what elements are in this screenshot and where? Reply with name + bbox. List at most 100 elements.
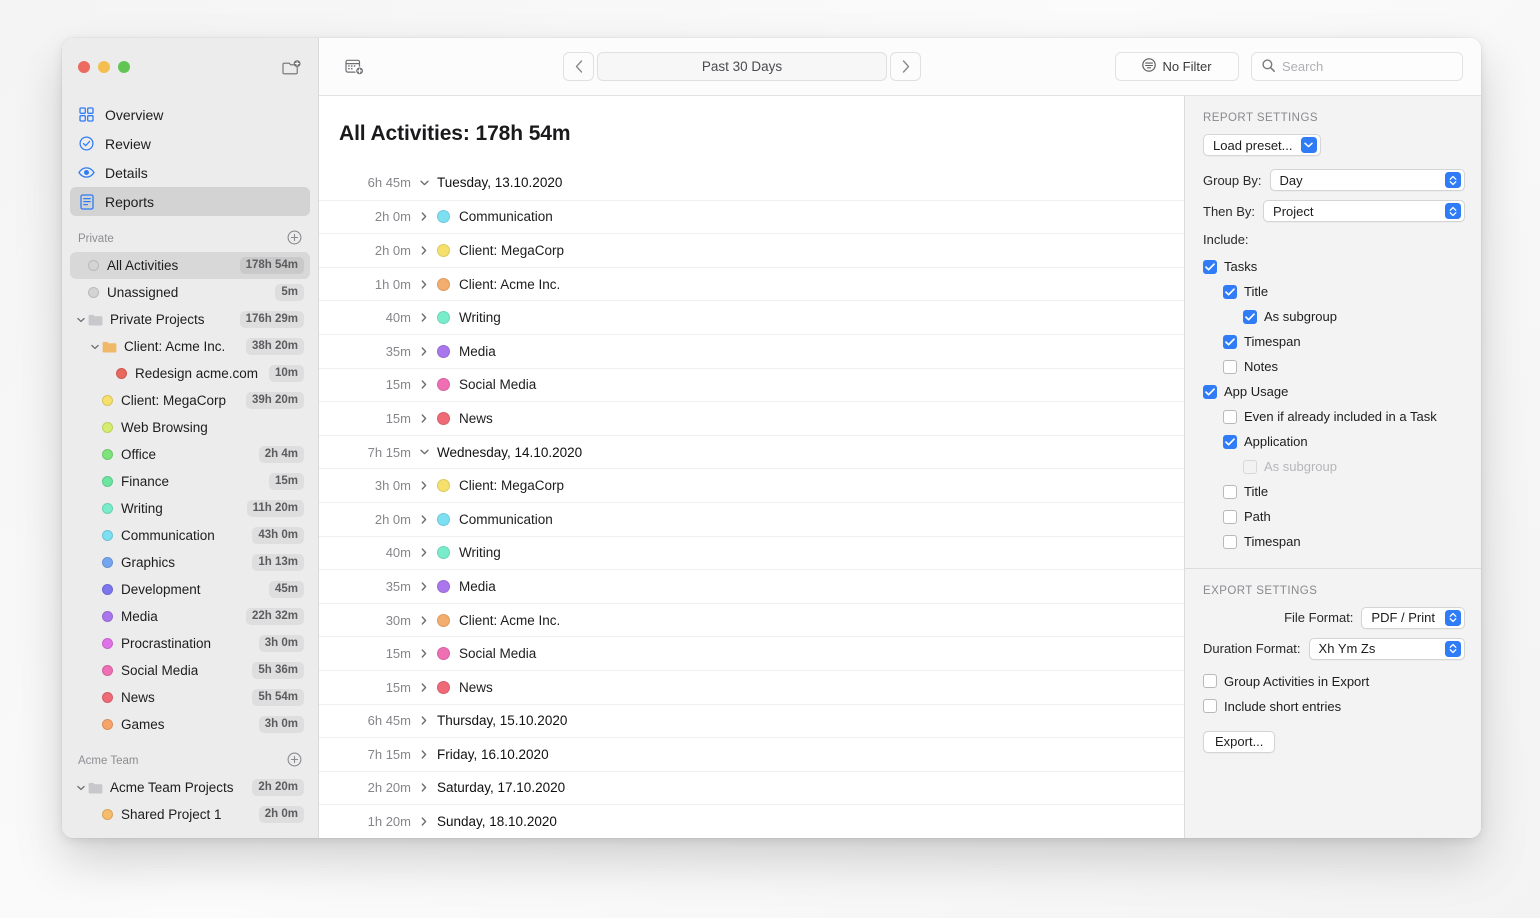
checkbox[interactable] xyxy=(1223,335,1237,349)
sidebar-project-row[interactable]: Media22h 32m xyxy=(70,603,310,630)
activity-group-row[interactable]: 7h 15mWednesday, 14.10.2020 xyxy=(319,435,1184,469)
export-option-row[interactable]: Include short entries xyxy=(1203,694,1465,719)
checkbox[interactable] xyxy=(1223,535,1237,549)
activity-row[interactable]: 15mSocial Media xyxy=(319,368,1184,402)
plus-circle-icon[interactable] xyxy=(287,752,302,770)
maximize-button[interactable] xyxy=(118,61,130,73)
sidebar-project-row[interactable]: Client: MegaCorp39h 20m xyxy=(70,387,310,414)
activity-group-row[interactable]: 2h 20mSaturday, 17.10.2020 xyxy=(319,771,1184,805)
chevron-down-icon[interactable] xyxy=(74,317,88,323)
sidebar-project-row[interactable]: Procrastination3h 0m xyxy=(70,630,310,657)
activity-row[interactable]: 40mWriting xyxy=(319,300,1184,334)
activity-row[interactable]: 2h 0mClient: MegaCorp xyxy=(319,233,1184,267)
file-format-select[interactable]: PDF / Print xyxy=(1361,607,1465,629)
activity-row[interactable]: 15mNews xyxy=(319,401,1184,435)
sidebar-project-row[interactable]: Acme Team Projects2h 20m xyxy=(70,774,310,801)
next-period-button[interactable] xyxy=(890,52,921,81)
checkbox[interactable] xyxy=(1243,310,1257,324)
sidebar-project-row[interactable]: Private Projects176h 29m xyxy=(70,306,310,333)
sidebar-project-row[interactable]: Social Media5h 36m xyxy=(70,657,310,684)
activity-group-row[interactable]: 6h 45mThursday, 15.10.2020 xyxy=(319,704,1184,738)
activity-group-row[interactable]: 6h 45mTuesday, 13.10.2020 xyxy=(319,166,1184,200)
checkbox[interactable] xyxy=(1223,285,1237,299)
include-option-row[interactable]: Notes xyxy=(1223,354,1465,379)
date-range-label[interactable]: Past 30 Days xyxy=(597,52,887,81)
filter-button[interactable]: No Filter xyxy=(1115,52,1239,81)
chevron-right-icon[interactable] xyxy=(411,716,437,725)
sidebar-item-details[interactable]: Details xyxy=(70,158,310,187)
include-option-row[interactable]: Timespan xyxy=(1223,529,1465,554)
chevron-down-icon[interactable] xyxy=(411,180,437,186)
search-input[interactable]: Search xyxy=(1251,52,1463,81)
sidebar-project-row[interactable]: All Activities178h 54m xyxy=(70,252,310,279)
checkbox[interactable] xyxy=(1223,435,1237,449)
checkbox[interactable] xyxy=(1203,674,1217,688)
chevron-right-icon[interactable] xyxy=(411,750,437,759)
chevron-down-icon[interactable] xyxy=(411,449,437,455)
chevron-down-icon[interactable] xyxy=(74,785,88,791)
include-option-row[interactable]: Even if already included in a Task xyxy=(1223,404,1465,429)
activity-group-row[interactable]: 1h 20mSunday, 18.10.2020 xyxy=(319,804,1184,838)
activity-row[interactable]: 30mClient: Acme Inc. xyxy=(319,603,1184,637)
include-option-row[interactable]: Title xyxy=(1223,279,1465,304)
chevron-right-icon[interactable] xyxy=(411,582,437,591)
activity-row[interactable]: 35mMedia xyxy=(319,334,1184,368)
include-option-row[interactable]: As subgroup xyxy=(1243,304,1465,329)
calendar-plus-icon[interactable] xyxy=(339,54,369,80)
include-option-row[interactable]: Title xyxy=(1223,479,1465,504)
chevron-down-icon[interactable] xyxy=(88,344,102,350)
checkbox[interactable] xyxy=(1223,485,1237,499)
sidebar-item-reports[interactable]: Reports xyxy=(70,187,310,216)
then-by-select[interactable]: Project xyxy=(1263,200,1465,222)
chevron-right-icon[interactable] xyxy=(411,414,437,423)
activity-group-row[interactable]: 7h 15mFriday, 16.10.2020 xyxy=(319,737,1184,771)
activity-row[interactable]: 40mWriting xyxy=(319,536,1184,570)
sidebar-project-row[interactable]: Client: Acme Inc.38h 20m xyxy=(70,333,310,360)
checkbox[interactable] xyxy=(1223,410,1237,424)
chevron-right-icon[interactable] xyxy=(411,683,437,692)
activity-row[interactable]: 2h 0mCommunication xyxy=(319,200,1184,234)
chevron-right-icon[interactable] xyxy=(411,347,437,356)
activity-row[interactable]: 15mNews xyxy=(319,670,1184,704)
sidebar-item-overview[interactable]: Overview xyxy=(70,100,310,129)
export-option-row[interactable]: Group Activities in Export xyxy=(1203,669,1465,694)
load-preset-button[interactable]: Load preset... xyxy=(1203,134,1321,156)
include-option-row[interactable]: App Usage xyxy=(1203,379,1465,404)
sidebar-project-row[interactable]: Games3h 0m xyxy=(70,711,310,738)
chevron-right-icon[interactable] xyxy=(411,481,437,490)
minimize-button[interactable] xyxy=(98,61,110,73)
checkbox[interactable] xyxy=(1203,699,1217,713)
checkbox[interactable] xyxy=(1223,510,1237,524)
chevron-right-icon[interactable] xyxy=(411,212,437,221)
chevron-right-icon[interactable] xyxy=(411,616,437,625)
duration-format-select[interactable]: Xh Ym Zs xyxy=(1309,638,1465,660)
chevron-right-icon[interactable] xyxy=(411,246,437,255)
chevron-right-icon[interactable] xyxy=(411,548,437,557)
checkbox[interactable] xyxy=(1203,260,1217,274)
group-by-select[interactable]: Day xyxy=(1270,169,1465,191)
previous-period-button[interactable] xyxy=(563,52,594,81)
sidebar-project-row[interactable]: Shared Project 12h 0m xyxy=(70,801,310,828)
activity-row[interactable]: 3h 0mClient: MegaCorp xyxy=(319,468,1184,502)
chevron-right-icon[interactable] xyxy=(411,783,437,792)
sidebar-project-row[interactable]: Writing11h 20m xyxy=(70,495,310,522)
sidebar-project-row[interactable]: Graphics1h 13m xyxy=(70,549,310,576)
close-button[interactable] xyxy=(78,61,90,73)
plus-circle-icon[interactable] xyxy=(287,230,302,248)
include-option-row[interactable]: Tasks xyxy=(1203,254,1465,279)
chevron-right-icon[interactable] xyxy=(411,313,437,322)
chevron-right-icon[interactable] xyxy=(411,649,437,658)
checkbox[interactable] xyxy=(1223,360,1237,374)
sidebar-project-row[interactable]: Web Browsing xyxy=(70,414,310,441)
sidebar-project-row[interactable]: News5h 54m xyxy=(70,684,310,711)
new-folder-icon[interactable] xyxy=(278,55,304,79)
chevron-right-icon[interactable] xyxy=(411,280,437,289)
sidebar-project-row[interactable]: Redesign acme.com10m xyxy=(70,360,310,387)
export-button[interactable]: Export... xyxy=(1203,731,1275,753)
include-option-row[interactable]: Timespan xyxy=(1223,329,1465,354)
checkbox[interactable] xyxy=(1203,385,1217,399)
sidebar-project-row[interactable]: Communication43h 0m xyxy=(70,522,310,549)
sidebar-project-row[interactable]: Unassigned5m xyxy=(70,279,310,306)
sidebar-project-row[interactable]: Finance15m xyxy=(70,468,310,495)
include-option-row[interactable]: Application xyxy=(1223,429,1465,454)
